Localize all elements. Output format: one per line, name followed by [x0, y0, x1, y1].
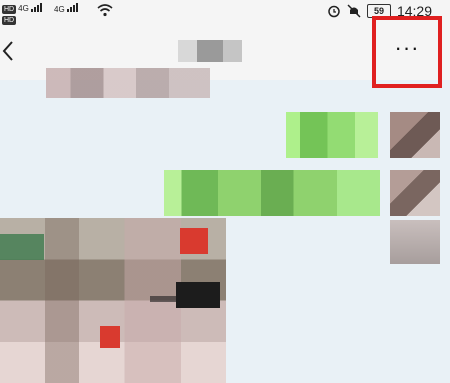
- chevron-left-icon[interactable]: [0, 39, 18, 63]
- hd-badge-2: HD: [2, 16, 17, 25]
- hd-badge-1: HD: [2, 5, 17, 14]
- message-bubble-sent[interactable]: [286, 112, 378, 158]
- more-icon: ···: [394, 35, 420, 60]
- chat-area[interactable]: [0, 80, 450, 383]
- image-pixel-block: [100, 326, 120, 348]
- image-pixel-block: [0, 234, 44, 260]
- avatar-obscured: [390, 220, 440, 264]
- alarm-icon: [328, 5, 340, 18]
- avatar[interactable]: [390, 112, 440, 158]
- avatar[interactable]: [390, 170, 440, 216]
- network-type-2: 4G: [54, 5, 65, 14]
- image-message-obscured[interactable]: [0, 218, 226, 383]
- network-type-1: 4G: [18, 4, 29, 13]
- mute-icon: [347, 4, 361, 18]
- chat-title-obscured: [178, 40, 242, 62]
- image-pixel-block: [180, 228, 208, 254]
- signal-icon: [31, 3, 43, 14]
- signal-icon: [66, 3, 79, 14]
- sim-signals: HD 4G HD: [2, 3, 43, 25]
- wifi-icon: [97, 4, 113, 17]
- sim-signal-2: 4G: [54, 3, 79, 14]
- image-pixel-block: [150, 296, 178, 302]
- image-pixel-block: [176, 282, 220, 308]
- more-options-button[interactable]: ···: [372, 16, 442, 88]
- message-bubble-sent[interactable]: [164, 170, 380, 216]
